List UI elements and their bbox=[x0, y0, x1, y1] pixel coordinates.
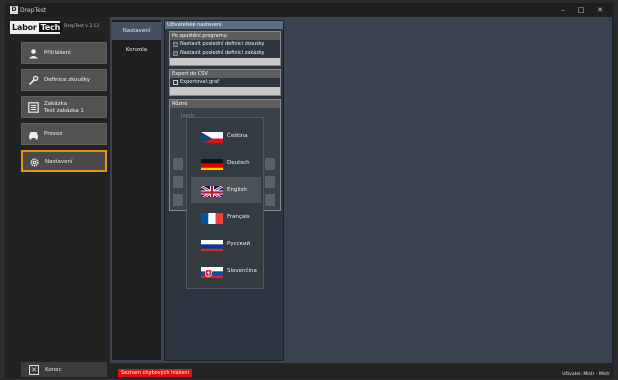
section-title: Různé bbox=[170, 100, 280, 108]
startup-section: Po spuštění programu Nastavit poslední d… bbox=[169, 31, 281, 66]
checkbox-export-graph[interactable]: Exportovat graf bbox=[170, 78, 280, 87]
settings-tabs: Nastavení Konzola bbox=[112, 20, 161, 360]
gear-icon bbox=[29, 157, 40, 168]
german-flag-icon bbox=[201, 157, 223, 170]
current-order-name: Test zakázka 1 bbox=[44, 107, 84, 114]
sidebar-item-label: Přihlášení bbox=[44, 50, 71, 56]
sidebar-item-settings[interactable]: Nastavení bbox=[21, 150, 107, 172]
sidebar-item-label: Provoz bbox=[44, 131, 63, 137]
list-icon bbox=[28, 102, 39, 113]
error-list-button[interactable]: Seznam chybových hlášení bbox=[118, 369, 192, 377]
brand: Labor Tech DrepTest v 3.12 bbox=[10, 21, 110, 34]
title-bar: D DrepTest – □ ✕ bbox=[6, 4, 612, 17]
checkbox[interactable] bbox=[173, 42, 178, 47]
maximize-button[interactable]: □ bbox=[573, 4, 589, 17]
checkbox-last-test-definition[interactable]: Nastavit poslední definici zkoušky bbox=[170, 40, 280, 49]
sidebar-item-order[interactable]: Zakázka Test zakázka 1 bbox=[21, 96, 107, 118]
app-logo-icon: D bbox=[10, 6, 18, 14]
csv-export-section: Export do CSV Exportovat graf bbox=[169, 69, 281, 96]
language-option-en[interactable]: English bbox=[191, 177, 261, 203]
checkbox-last-order-definition[interactable]: Nastavit poslední definici zakázky bbox=[170, 49, 280, 58]
language-option-ru[interactable]: Русский bbox=[191, 231, 261, 257]
hidden-control bbox=[265, 194, 275, 206]
window-title: DrepTest bbox=[20, 7, 47, 14]
hidden-control bbox=[173, 194, 183, 206]
french-flag-icon bbox=[201, 211, 223, 224]
app-version: DrepTest v 3.12 bbox=[64, 24, 100, 29]
tab-settings[interactable]: Nastavení bbox=[112, 22, 161, 40]
hidden-control bbox=[265, 176, 275, 188]
language-title: Jazyk bbox=[181, 113, 195, 119]
sidebar-item-label: Zakázka Test zakázka 1 bbox=[44, 101, 84, 114]
exit-label: Konec bbox=[45, 367, 62, 373]
panel-title: Uživatelské nastavení bbox=[165, 21, 283, 29]
main-sidebar: Labor Tech DrepTest v 3.12 Přihlášení Def… bbox=[6, 17, 110, 377]
sidebar-item-operation[interactable]: Provoz bbox=[21, 123, 107, 145]
checkbox[interactable] bbox=[173, 80, 178, 85]
uk-flag-icon bbox=[201, 184, 223, 197]
section-title: Po spuštění programu bbox=[170, 32, 280, 40]
czech-flag-icon bbox=[201, 130, 223, 143]
sidebar-item-label: Definice zkoušky bbox=[44, 77, 91, 83]
language-option-fr[interactable]: Français bbox=[191, 204, 261, 230]
sidebar-item-login[interactable]: Přihlášení bbox=[21, 42, 107, 64]
language-option-sk[interactable]: Slovenčina bbox=[191, 258, 261, 284]
sidebar-item-label: Nastavení bbox=[45, 159, 73, 165]
minimize-button[interactable]: – bbox=[555, 4, 571, 17]
section-title: Export do CSV bbox=[170, 70, 280, 78]
brand-logo: Labor Tech bbox=[10, 21, 63, 34]
close-button[interactable]: ✕ bbox=[592, 4, 608, 17]
wrench-icon bbox=[28, 75, 39, 86]
hidden-control bbox=[173, 176, 183, 188]
current-user: Uživatel: Mistr - Mistr bbox=[562, 372, 610, 377]
close-box-icon: ✕ bbox=[29, 365, 39, 375]
russian-flag-icon bbox=[201, 238, 223, 251]
exit-button[interactable]: ✕ Konec bbox=[21, 362, 107, 377]
language-dropdown: Jazyk Čeština Deutsch English Français Р… bbox=[181, 113, 264, 289]
language-option-de[interactable]: Deutsch bbox=[191, 150, 261, 176]
language-option-cs[interactable]: Čeština bbox=[191, 123, 261, 149]
slovak-flag-icon bbox=[201, 265, 223, 278]
hidden-control bbox=[173, 158, 183, 170]
hidden-control bbox=[265, 158, 275, 170]
car-icon bbox=[28, 129, 39, 140]
checkbox[interactable] bbox=[173, 51, 178, 56]
user-icon bbox=[28, 48, 39, 59]
status-bar: Seznam chybových hlášení Uživatel: Mistr… bbox=[110, 363, 612, 377]
tab-console[interactable]: Konzola bbox=[112, 41, 161, 59]
sidebar-item-test-definition[interactable]: Definice zkoušky bbox=[21, 69, 107, 91]
app-window: D DrepTest – □ ✕ Labor Tech DrepTest v 3.… bbox=[5, 3, 613, 378]
